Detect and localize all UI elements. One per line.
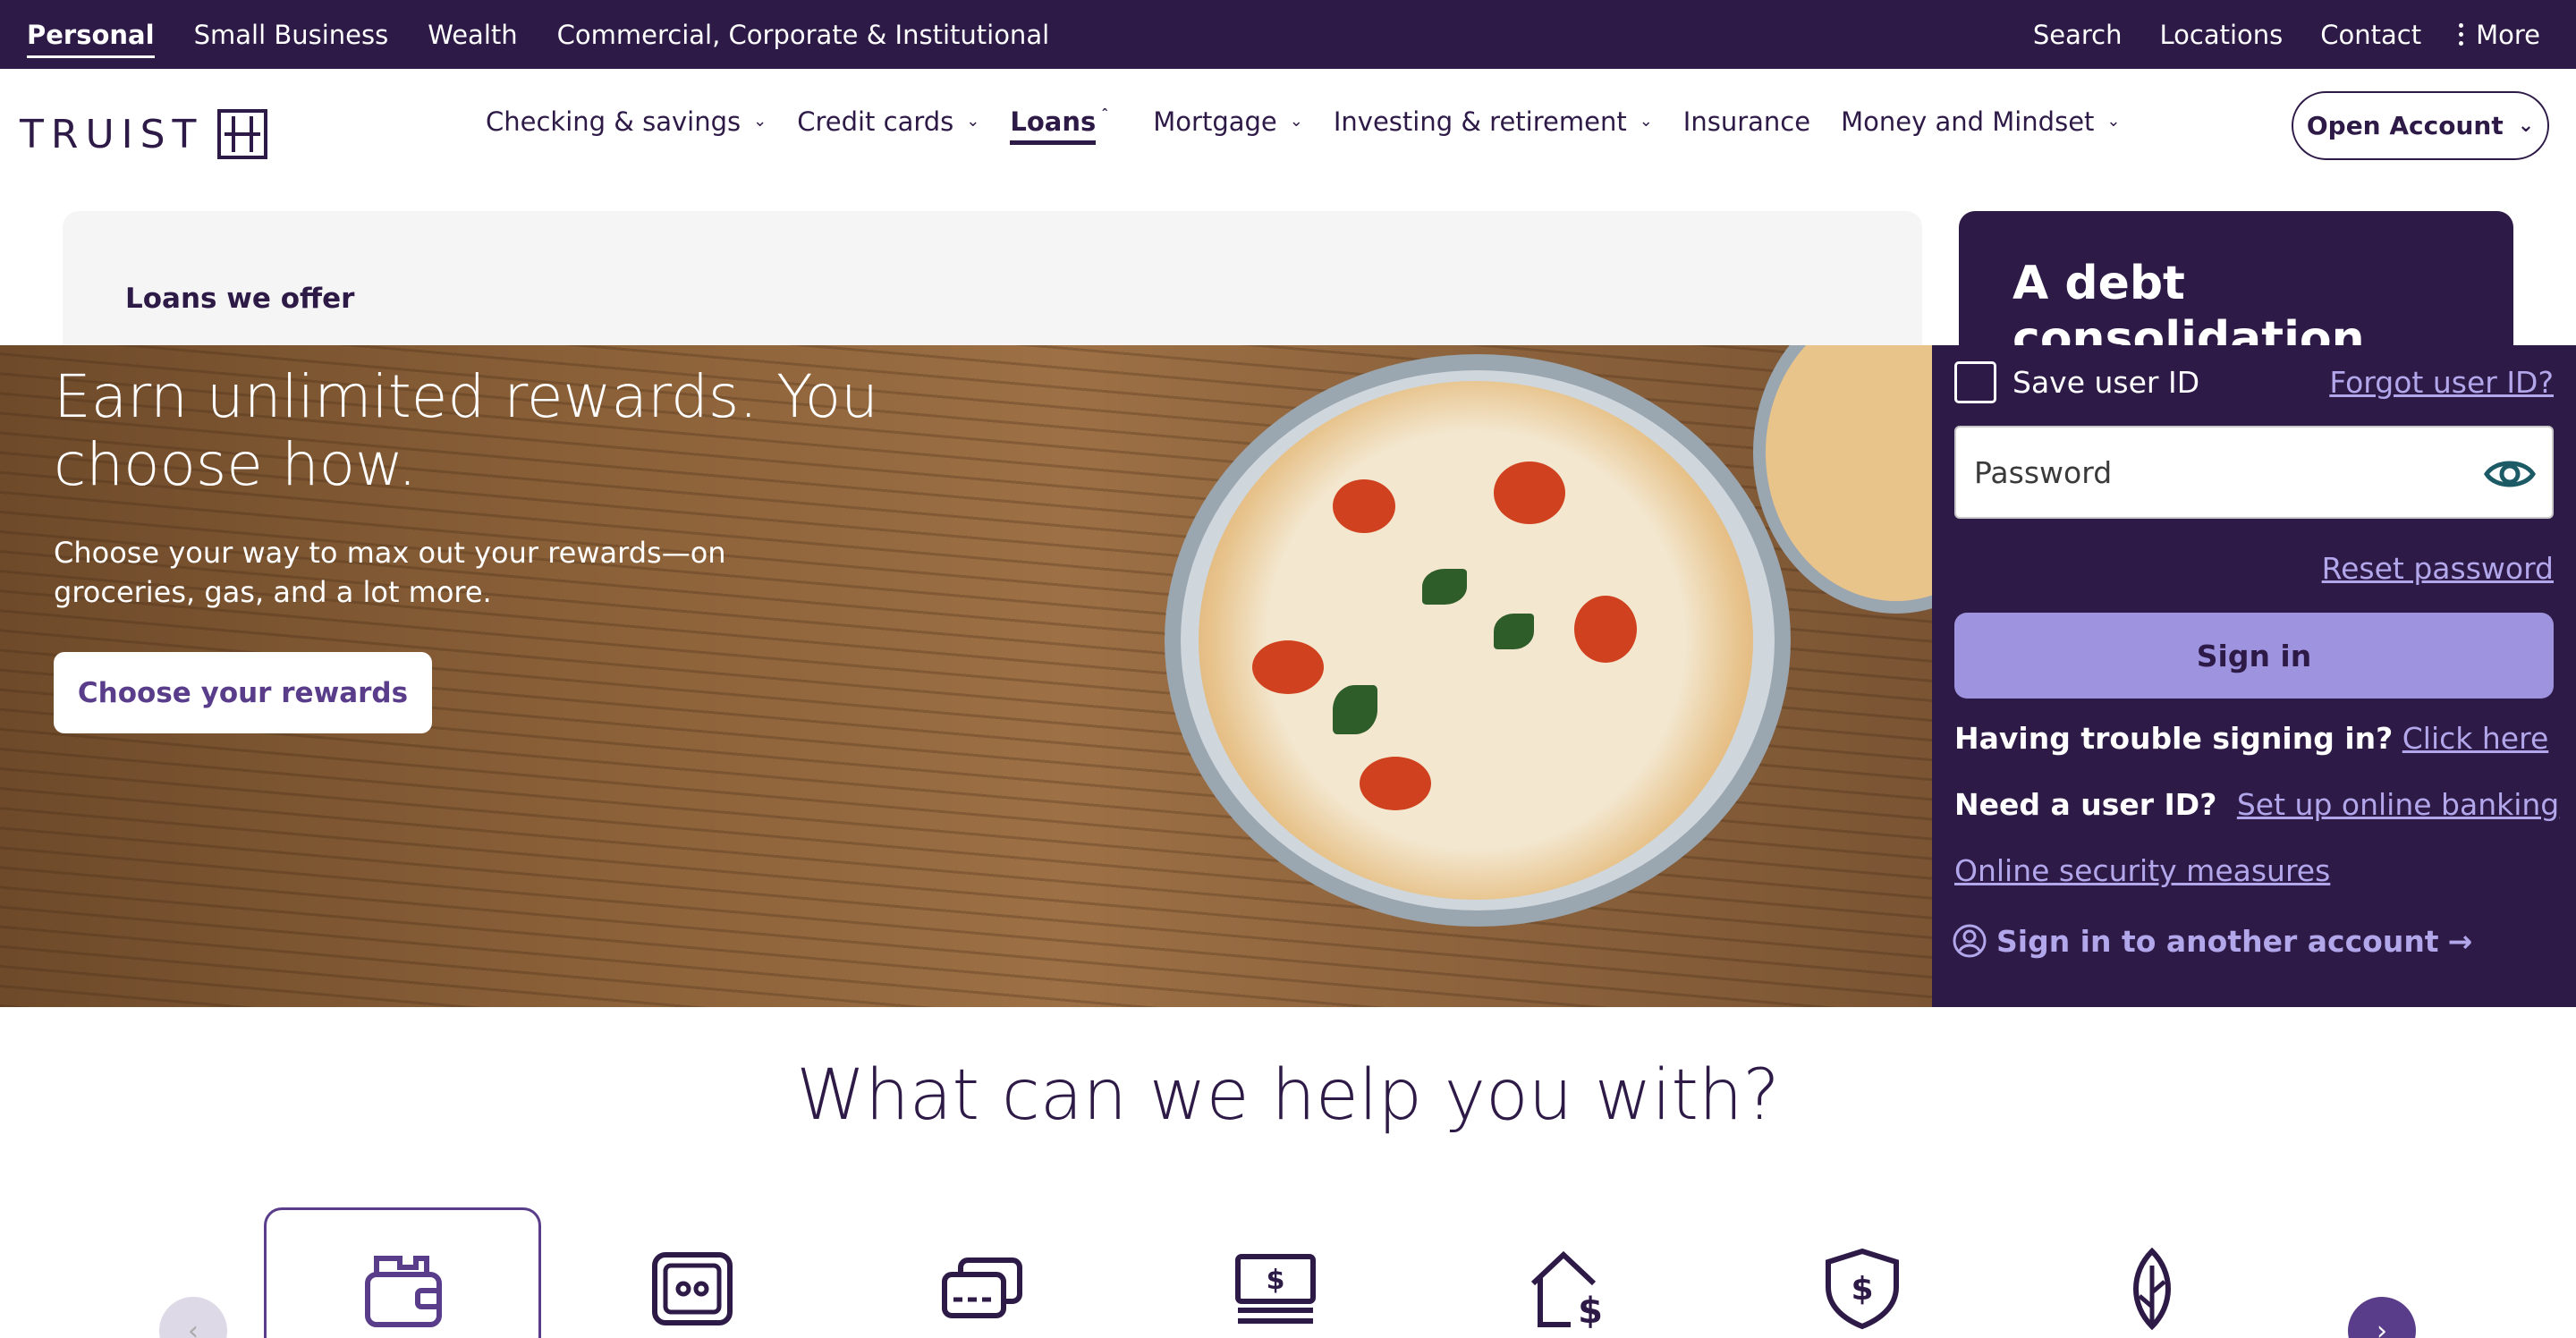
utility-links: Search Locations Contact More xyxy=(2033,0,2540,69)
nav-label: Insurance xyxy=(1682,106,1811,137)
chevron-down-icon: ⌄ xyxy=(2517,114,2535,137)
user-circle-icon xyxy=(1953,924,1987,958)
another-account-label: Sign in to another account xyxy=(1996,923,2439,959)
credit-card-icon[interactable] xyxy=(941,1248,1023,1330)
segment-wealth[interactable]: Wealth xyxy=(428,20,517,50)
save-user-id-label: Save user ID xyxy=(2012,365,2200,400)
money-stack-icon[interactable]: $ xyxy=(1234,1248,1317,1330)
chevron-up-icon: ˆ xyxy=(1101,106,1109,123)
svg-text:$: $ xyxy=(1267,1265,1285,1296)
nav-loans[interactable]: Loans ˆ xyxy=(1010,98,1108,145)
chevron-down-icon: ⌄ xyxy=(1639,112,1653,131)
security-row: Online security measures xyxy=(1954,853,2330,888)
chevron-left-icon: ‹ xyxy=(188,1315,199,1338)
hero-banner: Earn unlimited rewards. You choose how. … xyxy=(0,345,1932,1007)
hero-subtitle: Choose your way to max out your rewards—… xyxy=(54,536,726,609)
more-menu-button[interactable]: More xyxy=(2459,20,2540,50)
segment-small-business[interactable]: Small Business xyxy=(194,20,389,50)
leaf-icon[interactable] xyxy=(2111,1248,2193,1330)
chevron-down-icon: ⌄ xyxy=(753,112,767,131)
nav-label: Mortgage xyxy=(1153,106,1277,137)
locations-link[interactable]: Locations xyxy=(2160,20,2284,50)
trouble-row: Having trouble signing in? Click here xyxy=(1954,721,2548,756)
help-section-title: What can we help you with? xyxy=(796,1055,1780,1136)
save-user-id-row: Save user ID xyxy=(1954,361,2199,403)
nav-label: Loans xyxy=(1010,98,1097,145)
kebab-icon xyxy=(2459,23,2464,46)
need-user-id-row: Need a user ID? Set up online banking xyxy=(1954,787,2559,822)
reset-password-link[interactable]: Reset password xyxy=(2322,551,2554,586)
truist-logo[interactable]: TRUIST xyxy=(20,109,268,159)
sign-in-panel: Save user ID Forgot user ID? Password Re… xyxy=(1932,345,2576,1007)
contact-link[interactable]: Contact xyxy=(2320,20,2421,50)
hero-title: Earn unlimited rewards. You choose how. xyxy=(54,362,878,499)
loans-menu-title: Loans we offer xyxy=(125,283,355,315)
main-nav-bar: TRUIST Checking & savings ⌄ Credit cards ⌄… xyxy=(0,69,2576,174)
nav-label: Money and Mindset xyxy=(1841,106,2095,137)
click-here-link[interactable]: Click here xyxy=(2402,721,2549,756)
pizza-image xyxy=(1199,381,1753,900)
segment-nav: Personal Small Business Wealth Commercia… xyxy=(27,0,1049,69)
more-label: More xyxy=(2476,19,2540,50)
carousel-next-button[interactable]: › xyxy=(2348,1297,2416,1338)
sign-in-another-account-link[interactable]: Sign in to another account → xyxy=(1952,923,2472,959)
nav-label: Checking & savings xyxy=(486,106,741,137)
password-field[interactable]: Password xyxy=(1954,426,2554,519)
trouble-question: Having trouble signing in? xyxy=(1954,721,2394,756)
setup-online-banking-link[interactable]: Set up online banking xyxy=(2237,787,2559,822)
segment-personal[interactable]: Personal xyxy=(27,20,155,58)
show-password-eye-icon[interactable] xyxy=(2484,449,2536,499)
sign-in-button[interactable]: Sign in xyxy=(1954,613,2554,699)
segment-commercial[interactable]: Commercial, Corporate & Institutional xyxy=(557,20,1050,50)
nav-label: Credit cards xyxy=(797,106,954,137)
primary-nav: Checking & savings ⌄ Credit cards ⌄ Loans ˆ… xyxy=(486,69,2151,174)
nav-checking-savings[interactable]: Checking & savings ⌄ xyxy=(486,106,767,137)
nav-insurance[interactable]: Insurance xyxy=(1683,106,1810,137)
shield-dollar-icon[interactable]: $ xyxy=(1821,1248,1903,1330)
nav-money-mindset[interactable]: Money and Mindset ⌄ xyxy=(1841,106,2120,137)
chevron-down-icon: ⌄ xyxy=(2106,112,2121,131)
chevron-right-icon: › xyxy=(2377,1315,2387,1338)
choose-rewards-button[interactable]: Choose your rewards xyxy=(54,652,432,733)
loans-dropdown: Loans we offer A debt consolidation xyxy=(0,174,2576,345)
promo-title: A debt consolidation xyxy=(2012,257,2365,345)
save-user-id-checkbox[interactable] xyxy=(1954,361,1996,403)
nav-label: Investing & retirement xyxy=(1333,106,1627,137)
safe-icon[interactable] xyxy=(651,1248,733,1330)
wallet-icon[interactable] xyxy=(362,1248,445,1330)
carousel-prev-button[interactable]: ‹ xyxy=(159,1297,227,1338)
nav-mortgage[interactable]: Mortgage ⌄ xyxy=(1153,106,1303,137)
logo-mark-icon xyxy=(217,109,268,159)
password-placeholder: Password xyxy=(1974,454,2113,490)
open-account-button[interactable]: Open Account ⌄ xyxy=(2292,91,2549,160)
forgot-user-id-link[interactable]: Forgot user ID? xyxy=(2329,365,2554,400)
chevron-down-icon: ⌄ xyxy=(966,112,980,131)
svg-text:$: $ xyxy=(1851,1271,1873,1308)
nav-investing-retirement[interactable]: Investing & retirement ⌄ xyxy=(1334,106,1653,137)
arrow-right-icon: → xyxy=(2447,923,2473,959)
loans-promo-card[interactable]: A debt consolidation xyxy=(1959,211,2513,345)
nav-credit-cards[interactable]: Credit cards ⌄ xyxy=(797,106,979,137)
home-dollar-icon[interactable]: $ xyxy=(1528,1248,1610,1330)
chevron-down-icon: ⌄ xyxy=(1289,112,1303,131)
search-link[interactable]: Search xyxy=(2033,20,2123,50)
online-security-link[interactable]: Online security measures xyxy=(1954,853,2330,888)
need-user-id-question: Need a user ID? xyxy=(1954,787,2217,822)
loans-menu-panel: Loans we offer xyxy=(63,211,1922,345)
svg-text:$: $ xyxy=(1578,1291,1603,1330)
utility-nav-bar: Personal Small Business Wealth Commercia… xyxy=(0,0,2576,69)
logo-wordmark: TRUIST xyxy=(20,111,204,157)
open-account-label: Open Account xyxy=(2306,111,2504,140)
